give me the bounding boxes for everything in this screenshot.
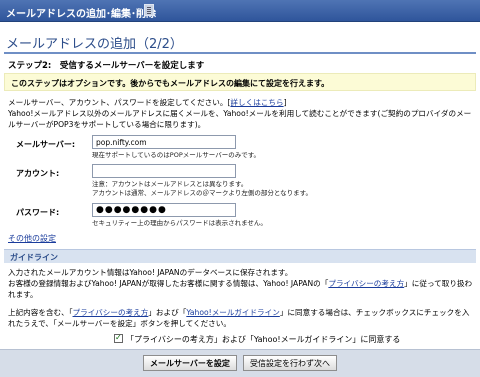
other-settings-link[interactable]: その他の設定 [8, 234, 56, 243]
trash-icon [144, 4, 154, 16]
window-title: メールアドレスの追加･編集･削除 [6, 9, 156, 20]
optional-note-text: このステップはオプションです。後からでもメールアドレスの編集にて設定を行えます。 [11, 79, 330, 88]
set-server-button[interactable]: メールサーバーを設定 [143, 355, 237, 371]
guideline-p3: 上記内容を含む、「プライバシーの考え方」および「Yahoo!メールガイドライン」… [8, 307, 474, 329]
step-heading: ステップ2: 受信するメールサーバーを設定します [8, 61, 205, 71]
password-hint: セキュリティー上の理由からパスワードは表示されません。 [92, 219, 267, 227]
guideline-p2: お客様の登録情報およびYahoo! JAPANが取得したお客様に関する情報は、Y… [8, 278, 474, 300]
account-hint-2: アカウントは通常、メールアドレスの＠マークより左側の部分となります。 [92, 189, 313, 197]
details-link[interactable]: 詳しくはこちら [230, 98, 283, 107]
account-label: アカウント: [16, 169, 60, 178]
agree-label: 「プライバシーの考え方」および「Yahoo!メールガイドライン」に同意する [126, 335, 401, 344]
skip-button[interactable]: 受信設定を行わず次へ [243, 355, 337, 371]
password-input[interactable]: ●●●●●●●● [92, 203, 236, 217]
guideline-p3b: 」および「 [148, 308, 187, 317]
server-label: メールサーバー: [16, 140, 76, 149]
account-hint-1: 注意：アカウントはメールアドレスとは異なります。 [92, 180, 248, 188]
server-hint: 現在サポートしているのはPOPメールサーバーのみです。 [92, 151, 261, 159]
password-label: パスワード: [16, 208, 60, 217]
guideline-p1: 入力されたメールアカウント情報はYahoo! JAPANのデータベースに保存され… [8, 268, 293, 277]
intro-line1-end: ] [283, 98, 287, 107]
guideline-header: ガイドライン [4, 249, 476, 263]
title-bar: メールアドレスの追加･編集･削除 [0, 0, 480, 22]
button-bar: メールサーバーを設定 受信設定を行わず次へ [0, 349, 480, 377]
other-settings-link-wrap: その他の設定 [8, 233, 56, 244]
page-title: メールアドレスの追加（2/2） [6, 37, 183, 52]
agree-row[interactable]: 「プライバシーの考え方」および「Yahoo!メールガイドライン」に同意する [114, 333, 401, 345]
guideline-heading: ガイドライン [10, 253, 58, 262]
account-hint: 注意：アカウントはメールアドレスとは異なります。 アカウントは通常、メールアドレ… [92, 180, 312, 198]
server-input[interactable]: pop.nifty.com [92, 135, 236, 149]
intro-line2: Yahoo!メールアドレス以外のメールアドレスに届くメールを、Yahoo!メール… [8, 109, 472, 129]
intro-text: メールサーバー、アカウント、パスワードを設定してください。[詳しくはこちら] Y… [8, 97, 474, 130]
privacy-link[interactable]: プライバシーの考え方 [328, 279, 404, 288]
agree-checkbox[interactable] [114, 333, 123, 343]
guideline-p2a: お客様の登録情報およびYahoo! JAPANが取得したお客様に関する情報は、Y… [8, 279, 329, 288]
privacy-link-2[interactable]: プライバシーの考え方 [73, 308, 149, 317]
mail-guideline-link[interactable]: Yahoo!メールガイドライン [186, 308, 280, 317]
title-divider [4, 52, 476, 54]
intro-line1: メールサーバー、アカウント、パスワードを設定してください。[ [8, 98, 231, 107]
account-input[interactable] [92, 164, 236, 178]
guideline-p3a: 上記内容を含む、「 [8, 308, 73, 317]
optional-note: このステップはオプションです。後からでもメールアドレスの編集にて設定を行えます。 [4, 73, 476, 91]
